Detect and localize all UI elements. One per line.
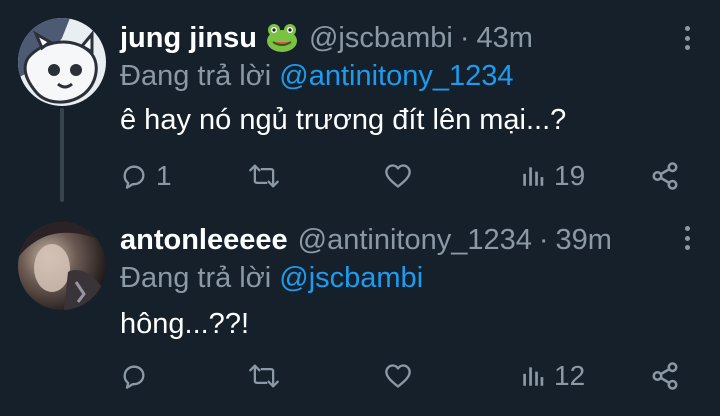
action-bar: 12 bbox=[120, 358, 720, 394]
tweet-header: antonleeeee @antinitony_1234 · 39m bbox=[120, 220, 612, 260]
separator-dot: · bbox=[459, 21, 470, 54]
share-icon bbox=[652, 162, 678, 190]
avatar[interactable] bbox=[18, 222, 106, 310]
views-icon bbox=[523, 367, 544, 386]
tweet-header: jung jinsu @jscbambi · 43m bbox=[120, 18, 533, 58]
display-name[interactable]: jung jinsu bbox=[120, 22, 257, 55]
replying-to: Đang trả lời @antinitony_1234 bbox=[120, 60, 514, 93]
replying-prefix: Đang trả lời bbox=[120, 262, 272, 294]
reply-icon bbox=[123, 165, 145, 189]
avatar[interactable] bbox=[18, 18, 106, 106]
like-button[interactable] bbox=[384, 358, 420, 394]
reply-icon bbox=[123, 365, 145, 389]
tweet-text: ê hay nó ngủ trương đít lên mại...? bbox=[120, 104, 567, 136]
mention-link[interactable]: @jscbambi bbox=[279, 262, 423, 294]
share-icon bbox=[652, 362, 678, 390]
frog-icon bbox=[265, 23, 299, 53]
share-button[interactable] bbox=[650, 358, 680, 394]
view-count: 12 bbox=[554, 360, 586, 391]
display-name[interactable]: antonleeeee bbox=[120, 224, 288, 257]
views-icon bbox=[523, 167, 544, 186]
username[interactable]: @jscbambi bbox=[309, 22, 453, 55]
views-button[interactable]: 12 bbox=[520, 358, 585, 394]
username[interactable]: @antinitony_1234 bbox=[298, 224, 532, 257]
tweet-text: hông...??! bbox=[120, 308, 249, 340]
timestamp[interactable]: 43m bbox=[476, 22, 532, 55]
timestamp[interactable]: 39m bbox=[556, 224, 612, 257]
mention-link[interactable]: @antinitony_1234 bbox=[279, 60, 513, 92]
heart-icon bbox=[385, 364, 411, 388]
replying-to: Đang trả lời @jscbambi bbox=[120, 262, 423, 295]
reply-button[interactable]: 1 bbox=[120, 158, 172, 194]
more-options-icon[interactable] bbox=[684, 26, 690, 50]
view-count: 19 bbox=[554, 160, 586, 191]
reply-button[interactable] bbox=[120, 358, 156, 394]
more-options-icon[interactable] bbox=[684, 226, 690, 250]
replying-prefix: Đang trả lời bbox=[120, 60, 272, 92]
thread-line bbox=[60, 108, 64, 202]
heart-icon bbox=[385, 164, 411, 188]
separator-dot: · bbox=[538, 223, 549, 256]
retweet-icon bbox=[249, 164, 279, 188]
action-bar: 1 19 bbox=[120, 158, 720, 194]
retweet-button[interactable] bbox=[248, 358, 288, 394]
retweet-icon bbox=[249, 364, 279, 388]
share-button[interactable] bbox=[650, 158, 680, 194]
retweet-button[interactable] bbox=[248, 158, 288, 194]
reply-count: 1 bbox=[156, 160, 172, 191]
views-button[interactable]: 19 bbox=[520, 158, 585, 194]
like-button[interactable] bbox=[384, 158, 420, 194]
